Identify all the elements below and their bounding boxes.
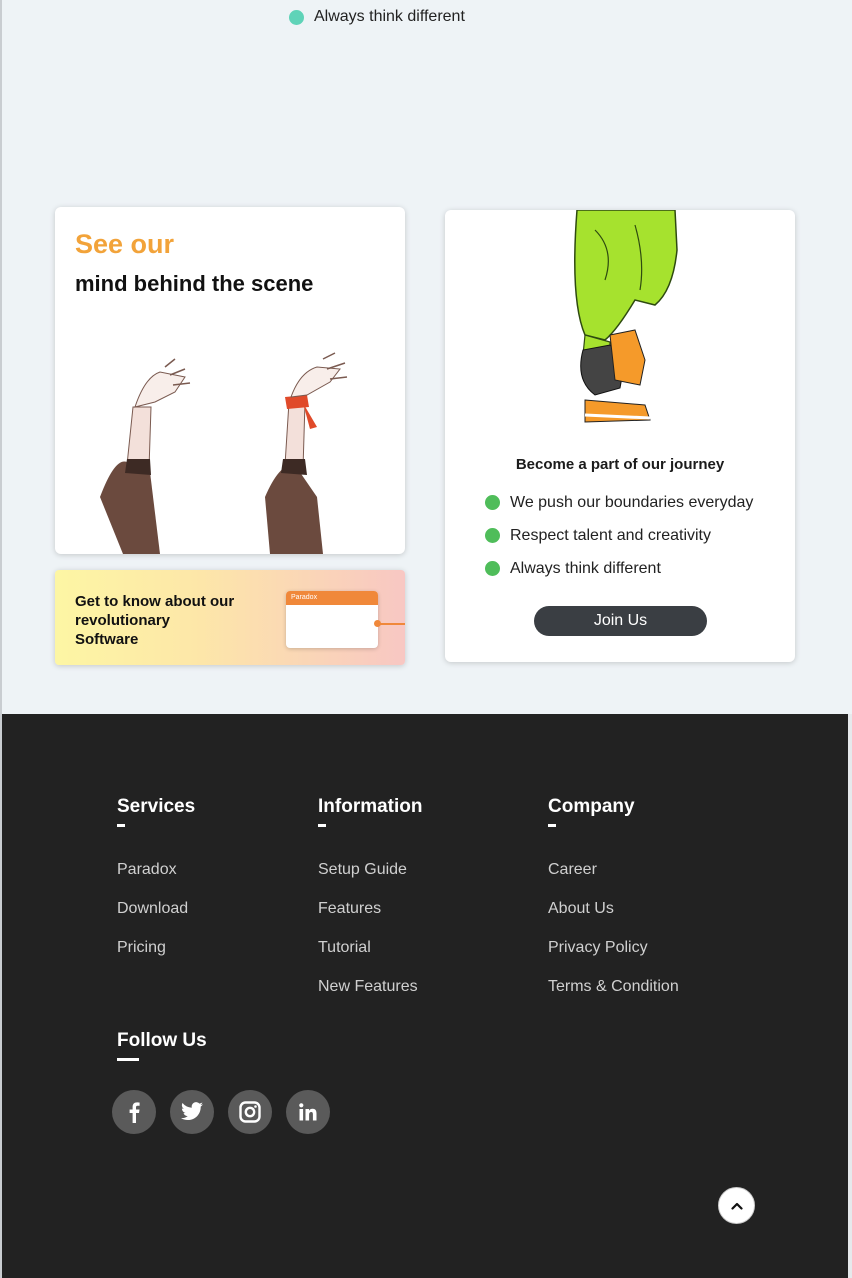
footer-column-heading: Company <box>548 796 635 817</box>
raised-arms-illustration <box>100 352 348 554</box>
journey-card-title: Become a part of our journey <box>515 456 725 473</box>
list-item-label: Always think different <box>314 8 465 25</box>
instagram-icon[interactable] <box>228 1090 272 1134</box>
footer-services-column: Services Paradox Download Pricing <box>117 796 195 978</box>
app-window-illustration: Paradox <box>286 591 378 648</box>
list-item-label: We push our boundaries everyday <box>510 493 754 511</box>
connector-line <box>375 623 405 625</box>
follow-us-section: Follow Us <box>117 1030 207 1061</box>
site-footer: Services Paradox Download Pricing Inform… <box>2 714 848 1278</box>
bullet-dot-icon <box>485 528 500 543</box>
heading-underline <box>318 824 326 827</box>
bullet-dot-icon <box>485 495 500 510</box>
list-item: Respect talent and creativity <box>485 519 753 552</box>
heading-underline <box>548 824 556 827</box>
footer-link-new-features[interactable]: New Features <box>318 978 423 1017</box>
heading-underline <box>117 824 125 827</box>
heading-underline <box>117 1058 139 1061</box>
footer-information-column: Information Setup Guide Features Tutoria… <box>318 796 423 1017</box>
page-edge <box>848 714 852 1278</box>
bullet-dot-icon <box>485 561 500 576</box>
list-item-label: Respect talent and creativity <box>510 526 711 544</box>
footer-column-heading: Services <box>117 796 196 817</box>
join-us-button[interactable]: Join Us <box>534 606 707 636</box>
footer-company-column: Company Career About Us Privacy Policy T… <box>548 796 679 1017</box>
social-links <box>112 1090 344 1134</box>
scene-card-subtitle: mind behind the scene <box>75 271 314 296</box>
follow-us-heading: Follow Us <box>117 1030 207 1051</box>
app-window-titlebar: Paradox <box>286 591 378 605</box>
software-promo-text: Get to know about our revolutionary Soft… <box>75 593 235 648</box>
journey-list: We push our boundaries everyday Respect … <box>485 486 753 585</box>
footer-link-pricing[interactable]: Pricing <box>117 939 195 978</box>
footer-column-heading: Information <box>318 796 423 817</box>
chevron-up-icon <box>730 1202 743 1210</box>
scene-card-title: See our <box>75 229 175 259</box>
join-journey-card: Become a part of our journey We push our… <box>445 210 795 662</box>
mind-behind-scene-card: See our mind behind the scene <box>55 207 405 554</box>
footer-link-tutorial[interactable]: Tutorial <box>318 939 423 978</box>
bullet-dot-icon <box>289 9 304 25</box>
list-item: Always think different <box>485 552 753 585</box>
walking-legs-illustration <box>574 210 678 423</box>
footer-link-download[interactable]: Download <box>117 900 195 939</box>
list-item: Always think different <box>289 8 465 26</box>
list-item-label: Always think different <box>510 559 661 577</box>
linkedin-icon[interactable] <box>286 1090 330 1134</box>
footer-link-setup-guide[interactable]: Setup Guide <box>318 861 423 900</box>
footer-link-terms[interactable]: Terms & Condition <box>548 978 679 1017</box>
footer-link-paradox[interactable]: Paradox <box>117 861 195 900</box>
software-promo-card[interactable]: Get to know about our revolutionary Soft… <box>55 570 405 665</box>
twitter-icon[interactable] <box>170 1090 214 1134</box>
footer-link-about-us[interactable]: About Us <box>548 900 679 939</box>
list-item: We push our boundaries everyday <box>485 486 753 519</box>
footer-link-features[interactable]: Features <box>318 900 423 939</box>
scroll-to-top-button[interactable] <box>718 1187 755 1224</box>
footer-link-privacy-policy[interactable]: Privacy Policy <box>548 939 679 978</box>
footer-link-career[interactable]: Career <box>548 861 679 900</box>
facebook-icon[interactable] <box>112 1090 156 1134</box>
